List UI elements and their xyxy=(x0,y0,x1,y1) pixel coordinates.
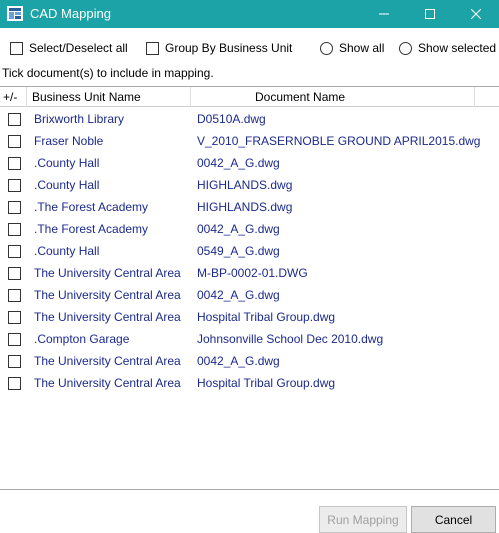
business-unit-cell: .Compton Garage xyxy=(34,332,130,346)
business-unit-cell: The University Central Area xyxy=(34,354,181,368)
run-mapping-button[interactable]: Run Mapping xyxy=(319,506,407,533)
column-header-document[interactable]: Document Name xyxy=(255,90,345,104)
minimize-button[interactable] xyxy=(361,0,407,28)
business-unit-cell: The University Central Area xyxy=(34,288,181,302)
column-divider[interactable] xyxy=(26,87,27,107)
business-unit-cell: .County Hall xyxy=(34,156,100,170)
select-all-label: Select/Deselect all xyxy=(29,41,128,55)
document-cell: Hospital Tribal Group.dwg xyxy=(197,376,336,390)
column-divider[interactable] xyxy=(190,87,191,107)
column-header-business-unit[interactable]: Business Unit Name xyxy=(32,90,141,104)
business-unit-cell: The University Central Area xyxy=(34,310,181,324)
table-row[interactable]: The University Central Area M-BP-0002-01.… xyxy=(0,262,499,284)
app-icon xyxy=(7,6,23,21)
document-cell: Hospital Tribal Group.dwg xyxy=(197,310,336,324)
table-row[interactable]: .County Hall HIGHLANDS.dwg xyxy=(0,174,499,196)
table-row[interactable]: Fraser Noble V_2010_FRASERNOBLE GROUND AP… xyxy=(0,130,499,152)
document-cell: 0042_A_G.dwg xyxy=(197,222,280,236)
row-checkbox[interactable] xyxy=(8,267,21,280)
show-all-label: Show all xyxy=(339,41,385,55)
window-title: CAD Mapping xyxy=(30,6,111,21)
row-checkbox[interactable] xyxy=(8,201,21,214)
row-checkbox[interactable] xyxy=(8,179,21,192)
table-row[interactable]: The University Central Area Hospital Trib… xyxy=(0,372,499,394)
checkbox-box[interactable] xyxy=(10,41,23,55)
column-divider[interactable] xyxy=(474,87,475,107)
show-selected-radio[interactable]: Show selected xyxy=(399,40,496,56)
title-bar: CAD Mapping xyxy=(0,0,499,28)
document-cell: 0042_A_G.dwg xyxy=(197,156,280,170)
document-cell: HIGHLANDS.dwg xyxy=(197,178,293,192)
row-checkbox[interactable] xyxy=(8,113,21,126)
document-cell: M-BP-0002-01.DWG xyxy=(197,266,308,280)
row-checkbox[interactable] xyxy=(8,245,21,258)
column-header-toggle[interactable]: +/- xyxy=(3,90,17,104)
radio-circle[interactable] xyxy=(320,41,333,55)
group-by-label: Group By Business Unit xyxy=(165,41,293,55)
document-cell: 0042_A_G.dwg xyxy=(197,354,280,368)
row-checkbox[interactable] xyxy=(8,311,21,324)
row-checkbox[interactable] xyxy=(8,289,21,302)
checkbox-box[interactable] xyxy=(146,41,159,55)
select-all-checkbox[interactable]: Select/Deselect all xyxy=(10,40,128,56)
cancel-button[interactable]: Cancel xyxy=(411,506,496,533)
maximize-icon xyxy=(425,9,435,19)
document-cell: HIGHLANDS.dwg xyxy=(197,200,293,214)
row-checkbox[interactable] xyxy=(8,333,21,346)
minimize-icon xyxy=(379,13,389,15)
row-checkbox[interactable] xyxy=(8,157,21,170)
table-row[interactable]: .Compton Garage Johnsonville School Dec 2… xyxy=(0,328,499,350)
table-row[interactable]: .The Forest Academy 0042_A_G.dwg xyxy=(0,218,499,240)
business-unit-cell: The University Central Area xyxy=(34,376,181,390)
table-row[interactable]: .County Hall 0042_A_G.dwg xyxy=(0,152,499,174)
document-cell: 0042_A_G.dwg xyxy=(197,288,280,302)
group-by-checkbox[interactable]: Group By Business Unit xyxy=(146,40,292,56)
table-row[interactable]: The University Central Area 0042_A_G.dwg xyxy=(0,350,499,372)
business-unit-cell: .County Hall xyxy=(34,178,100,192)
business-unit-cell: .The Forest Academy xyxy=(34,200,149,214)
row-checkbox[interactable] xyxy=(8,135,21,148)
radio-circle[interactable] xyxy=(399,41,412,55)
show-selected-label: Show selected xyxy=(418,41,497,55)
maximize-button[interactable] xyxy=(407,0,453,28)
business-unit-cell: .County Hall xyxy=(34,244,100,258)
row-checkbox[interactable] xyxy=(8,355,21,368)
document-cell: 0549_A_G.dwg xyxy=(197,244,280,258)
business-unit-cell: .The Forest Academy xyxy=(34,222,149,236)
table-row[interactable]: The University Central Area Hospital Trib… xyxy=(0,306,499,328)
document-cell: D0510A.dwg xyxy=(197,112,266,126)
instruction-text: Tick document(s) to include in mapping. xyxy=(2,66,214,80)
table-row[interactable]: .The Forest Academy HIGHLANDS.dwg xyxy=(0,196,499,218)
table-row[interactable]: .County Hall 0549_A_G.dwg xyxy=(0,240,499,262)
show-all-radio[interactable]: Show all xyxy=(320,40,384,56)
document-cell: V_2010_FRASERNOBLE GROUND APRIL2015.dwg xyxy=(197,134,481,148)
grid-header: +/- Business Unit Name Document Name xyxy=(0,87,499,107)
document-grid[interactable]: +/- Business Unit Name Document Name Bri… xyxy=(0,86,499,490)
table-row[interactable]: Brixworth Library D0510A.dwg xyxy=(0,108,499,130)
table-row[interactable]: The University Central Area 0042_A_G.dwg xyxy=(0,284,499,306)
business-unit-cell: Fraser Noble xyxy=(34,134,104,148)
row-checkbox[interactable] xyxy=(8,377,21,390)
business-unit-cell: Brixworth Library xyxy=(34,112,125,126)
close-icon xyxy=(471,9,481,19)
row-checkbox[interactable] xyxy=(8,223,21,236)
business-unit-cell: The University Central Area xyxy=(34,266,181,280)
close-button[interactable] xyxy=(453,0,499,28)
document-cell: Johnsonville School Dec 2010.dwg xyxy=(197,332,384,346)
